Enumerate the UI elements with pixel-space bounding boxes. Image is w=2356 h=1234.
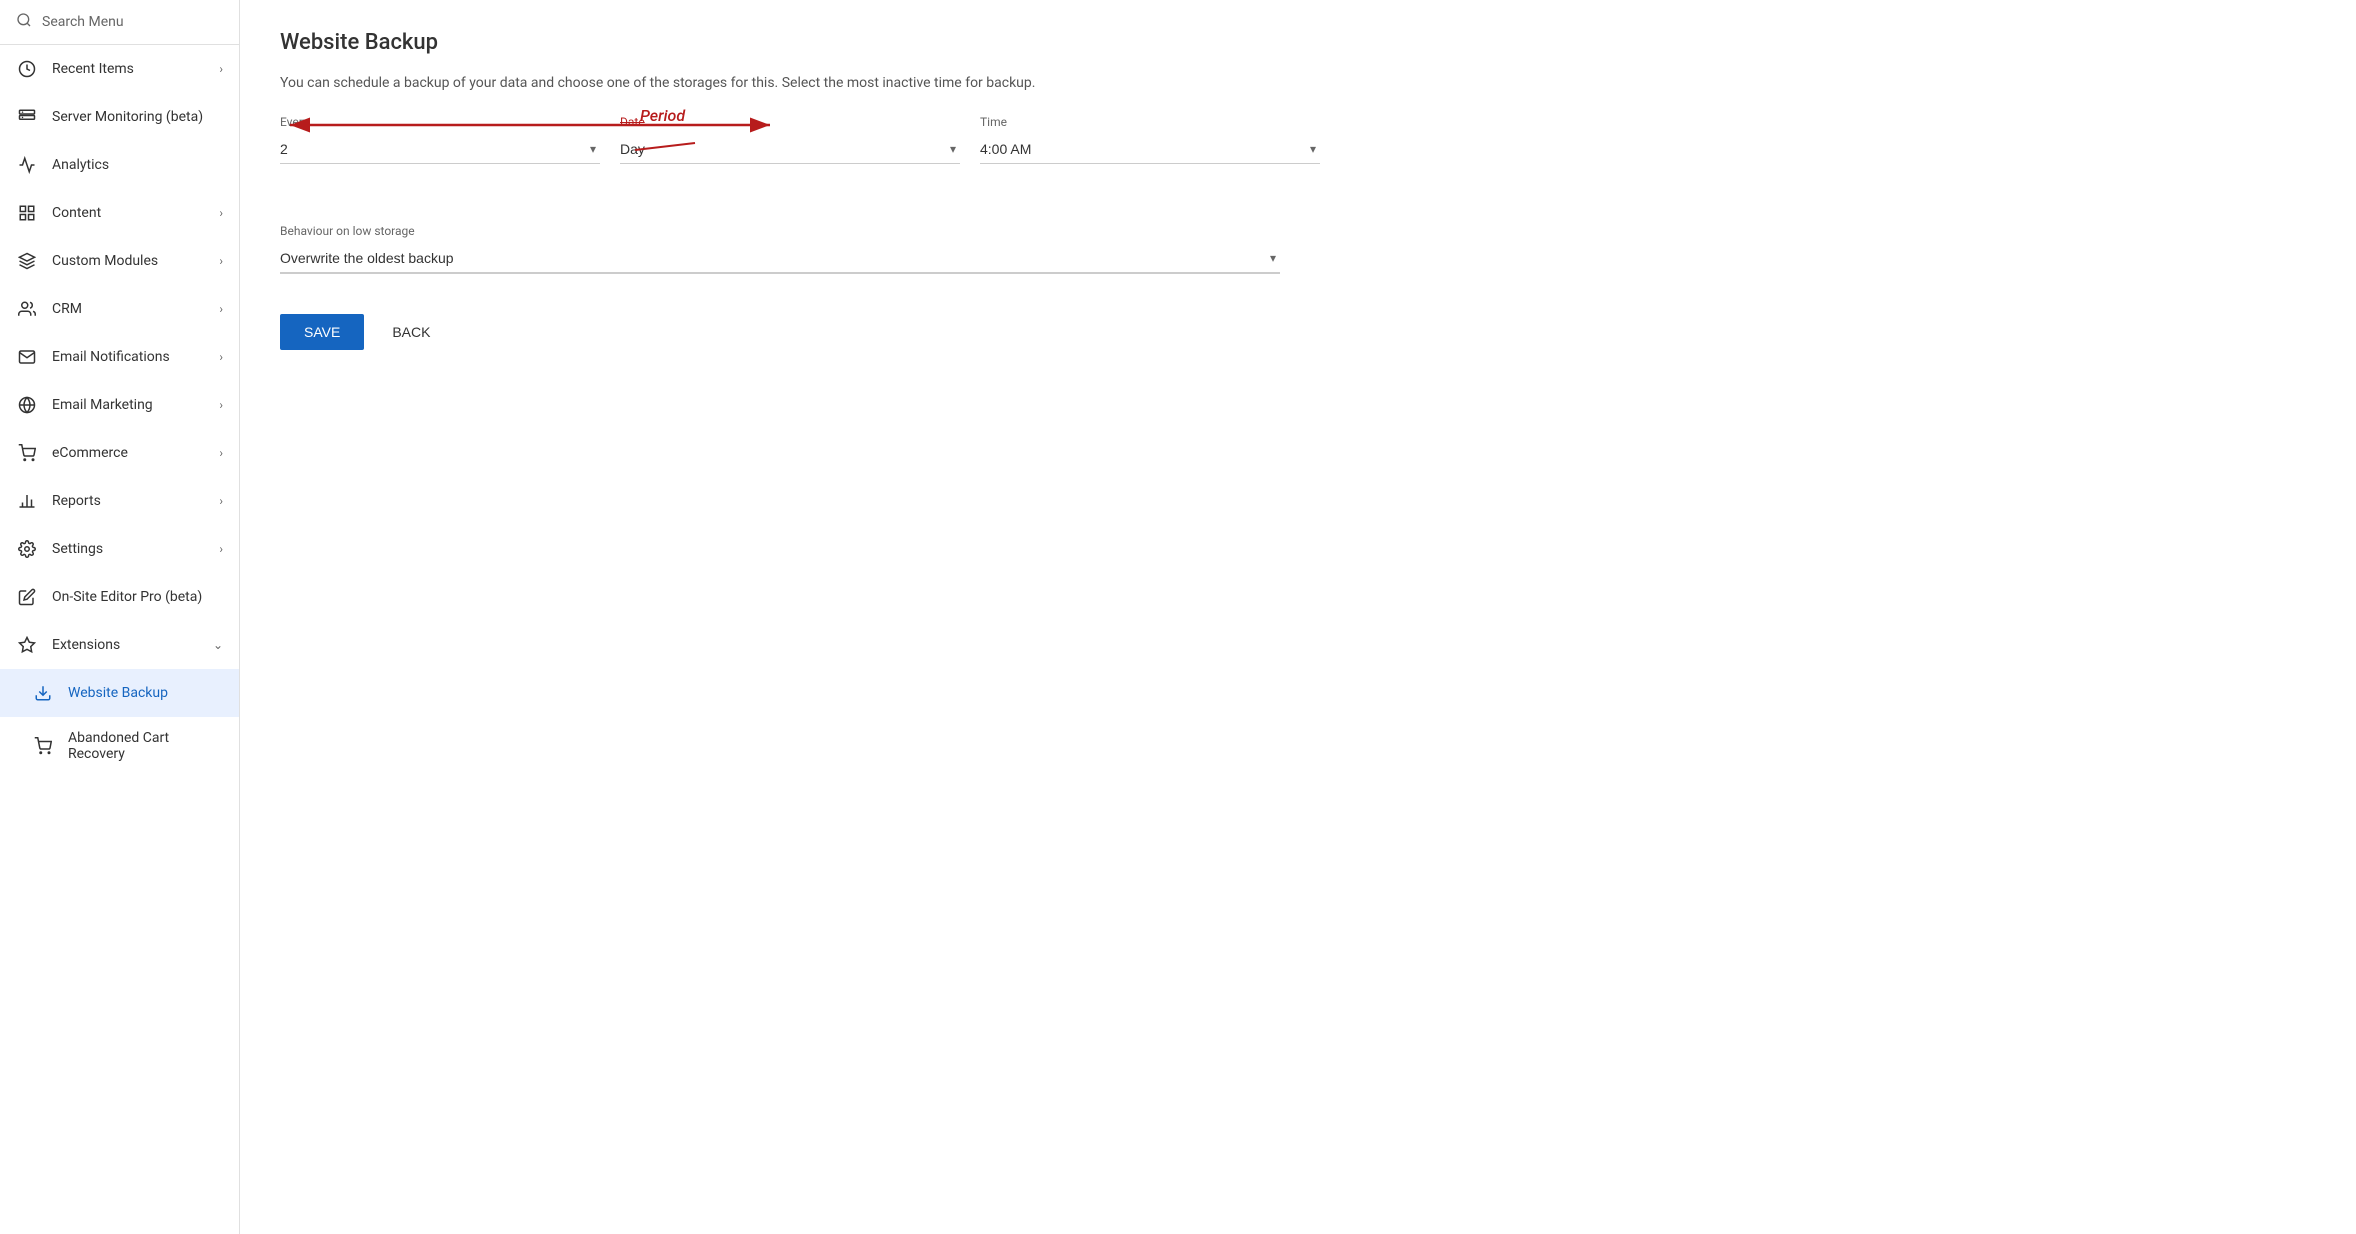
back-button[interactable]: BACK — [384, 314, 438, 350]
search-menu-label: Search Menu — [42, 14, 124, 30]
save-button[interactable]: SAVE — [280, 314, 364, 350]
ecommerce-icon — [16, 442, 38, 464]
server-icon — [16, 106, 38, 128]
sidebar-item-recent-items[interactable]: Recent Items › — [0, 45, 239, 93]
sidebar-item-label: Settings — [52, 541, 205, 557]
onsite-editor-icon — [16, 586, 38, 608]
chevron-right-icon: › — [219, 398, 223, 412]
time-field: Time 12:00 AM 1:00 AM 2:00 AM 3:00 AM 4:… — [980, 115, 1320, 164]
date-field: Date Day Week Month ▾ — [620, 115, 960, 164]
sidebar-item-label: Analytics — [52, 157, 223, 173]
sidebar-item-email-notifications[interactable]: Email Notifications › — [0, 333, 239, 381]
sidebar-item-label: Extensions — [52, 637, 199, 653]
sidebar-item-label: CRM — [52, 301, 205, 317]
sidebar-item-crm[interactable]: CRM › — [0, 285, 239, 333]
chevron-right-icon: › — [219, 350, 223, 364]
chevron-right-icon: › — [219, 542, 223, 556]
sidebar-item-onsite-editor[interactable]: On-Site Editor Pro (beta) — [0, 573, 239, 621]
clock-icon — [16, 58, 38, 80]
behaviour-label: Behaviour on low storage — [280, 224, 2316, 238]
chevron-down-icon: ⌄ — [213, 638, 223, 652]
schedule-form-row: Every 1 2 3 4 5 ▾ Date Day — [280, 115, 2316, 164]
chevron-right-icon: › — [219, 446, 223, 460]
search-icon — [16, 12, 32, 32]
sidebar-item-email-marketing[interactable]: Email Marketing › — [0, 381, 239, 429]
sidebar-item-extensions[interactable]: Extensions ⌄ — [0, 621, 239, 669]
every-label: Every — [280, 115, 600, 129]
chevron-right-icon: › — [219, 494, 223, 508]
sidebar-item-reports[interactable]: Reports › — [0, 477, 239, 525]
email-marketing-icon — [16, 394, 38, 416]
sidebar-item-label: Custom Modules — [52, 253, 205, 269]
sidebar-item-settings[interactable]: Settings › — [0, 525, 239, 573]
every-select[interactable]: 1 2 3 4 5 — [280, 141, 600, 157]
sidebar-item-label: Email Notifications — [52, 349, 205, 365]
settings-icon — [16, 538, 38, 560]
sidebar-item-label: Website Backup — [68, 685, 223, 701]
sidebar-item-analytics[interactable]: Analytics — [0, 141, 239, 189]
chevron-right-icon: › — [219, 62, 223, 76]
page-title: Website Backup — [280, 30, 2316, 55]
extensions-icon — [16, 634, 38, 656]
main-content: Website Backup You can schedule a backup… — [240, 0, 2356, 1234]
time-label: Time — [980, 115, 1320, 129]
sidebar-item-label: Reports — [52, 493, 205, 509]
sidebar-item-label: Recent Items — [52, 61, 205, 77]
sidebar-item-label: eCommerce — [52, 445, 205, 461]
every-field: Every 1 2 3 4 5 ▾ — [280, 115, 600, 164]
sidebar-item-website-backup[interactable]: Website Backup — [0, 669, 239, 717]
sidebar-item-ecommerce[interactable]: eCommerce › — [0, 429, 239, 477]
behaviour-select[interactable]: Overwrite the oldest backup Stop backup — [280, 250, 1280, 266]
email-notifications-icon — [16, 346, 38, 368]
time-select[interactable]: 12:00 AM 1:00 AM 2:00 AM 3:00 AM 4:00 AM… — [980, 141, 1320, 157]
sidebar-item-abandoned-cart[interactable]: Abandoned Cart Recovery — [0, 717, 239, 775]
date-select[interactable]: Day Week Month — [620, 141, 960, 157]
behaviour-section: Behaviour on low storage Overwrite the o… — [280, 224, 2316, 274]
crm-icon — [16, 298, 38, 320]
website-backup-icon — [32, 682, 54, 704]
sidebar-item-custom-modules[interactable]: Custom Modules › — [0, 237, 239, 285]
custom-modules-icon — [16, 250, 38, 272]
sidebar-item-label: Abandoned Cart Recovery — [68, 730, 223, 762]
date-label: Date — [620, 115, 960, 129]
chevron-right-icon: › — [219, 206, 223, 220]
sidebar-item-label: On-Site Editor Pro (beta) — [52, 589, 223, 605]
button-row: SAVE BACK — [280, 314, 2316, 350]
sidebar: Search Menu Recent Items › Server Monito… — [0, 0, 240, 1234]
sidebar-item-label: Server Monitoring (beta) — [52, 109, 223, 125]
sidebar-item-server-monitoring[interactable]: Server Monitoring (beta) — [0, 93, 239, 141]
sidebar-item-content[interactable]: Content › — [0, 189, 239, 237]
analytics-icon — [16, 154, 38, 176]
page-description: You can schedule a backup of your data a… — [280, 75, 2316, 91]
abandoned-cart-icon — [32, 735, 54, 757]
search-menu[interactable]: Search Menu — [0, 0, 239, 45]
content-icon — [16, 202, 38, 224]
sidebar-item-label: Content — [52, 205, 205, 221]
sidebar-item-label: Email Marketing — [52, 397, 205, 413]
chevron-right-icon: › — [219, 254, 223, 268]
chevron-right-icon: › — [219, 302, 223, 316]
reports-icon — [16, 490, 38, 512]
